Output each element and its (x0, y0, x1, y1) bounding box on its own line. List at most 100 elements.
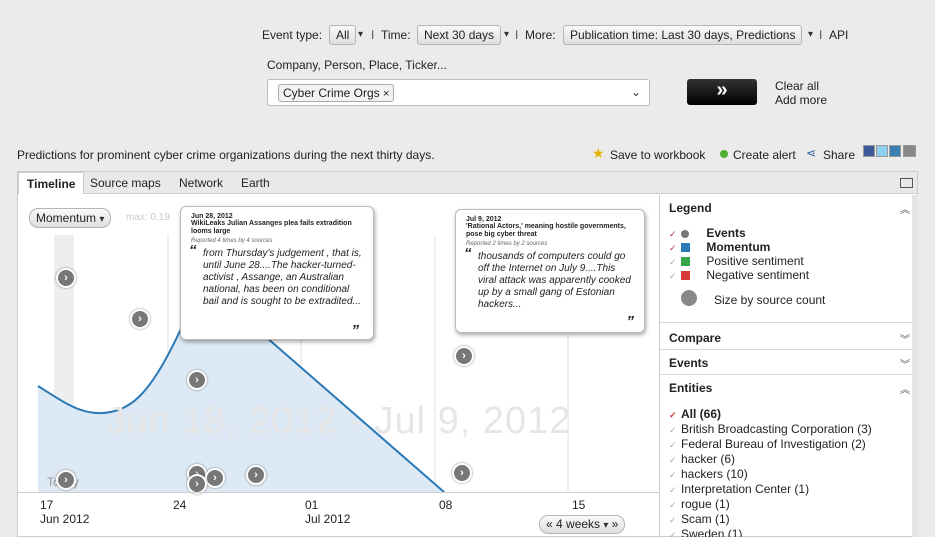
check-icon[interactable]: ✓ (669, 241, 681, 255)
event-bubble[interactable]: Jun 28, 2012 WikiLeaks Julian Assanges p… (180, 206, 374, 340)
check-icon[interactable]: ✓ (669, 423, 681, 437)
clear-all-link[interactable]: Clear all (775, 79, 819, 93)
twitter-icon[interactable] (876, 145, 888, 157)
legend-item-events[interactable]: ✓ Events (669, 226, 746, 241)
expand-icon[interactable]: ︾ (900, 356, 910, 371)
bubble-source: Reported 2 times by 2 sources (466, 241, 548, 247)
event-marker[interactable]: › (56, 470, 76, 490)
chevron-down-icon[interactable]: ▾ (603, 520, 608, 531)
entity-item[interactable]: ✓ hackers (10) (669, 467, 909, 482)
add-more-link[interactable]: Add more (775, 93, 827, 107)
event-marker[interactable]: › (454, 346, 474, 366)
event-marker[interactable]: › (130, 309, 150, 329)
check-icon[interactable]: ✓ (669, 438, 681, 452)
check-icon[interactable]: ✓ (669, 468, 681, 482)
search-go-button[interactable]: » (687, 79, 757, 105)
tab-earth[interactable]: Earth (233, 172, 278, 194)
legend-item-momentum[interactable]: ✓ Momentum (669, 240, 770, 255)
entities-title[interactable]: Entities (669, 381, 712, 395)
range-value[interactable]: 4 weeks (556, 517, 600, 531)
range-next-button[interactable]: » (612, 517, 619, 531)
entity-item[interactable]: ✓ Sweden (1) (669, 527, 909, 537)
entity-item[interactable]: ✓ British Broadcasting Corporation (3) (669, 422, 909, 437)
entity-item[interactable]: ✓ Scam (1) (669, 512, 909, 527)
event-marker[interactable]: › (187, 370, 207, 390)
tab-timeline[interactable]: Timeline (18, 172, 85, 194)
event-type-select[interactable]: All (329, 25, 357, 45)
divider (660, 322, 917, 323)
close-quote-icon: ” (351, 322, 360, 339)
event-marker[interactable]: › (187, 474, 207, 494)
check-icon[interactable]: ✓ (669, 227, 681, 241)
entity-list: ✓ All (66) ✓ British Broadcasting Corporat… (669, 407, 909, 537)
page-description: Predictions for prominent cyber crime or… (17, 148, 435, 162)
momentum-swatch-icon (681, 243, 690, 253)
momentum-select[interactable]: Momentum ▾ (29, 208, 112, 228)
divider: I (371, 28, 375, 42)
legend-title[interactable]: Legend (669, 201, 712, 215)
legend-item-negative[interactable]: ✓ Negative sentiment (669, 268, 809, 283)
x-tick-label: 15 (572, 498, 586, 512)
entity-item[interactable]: ✓ rogue (1) (669, 497, 909, 512)
check-icon[interactable]: ✓ (669, 255, 681, 269)
check-icon[interactable]: ✓ (669, 483, 681, 497)
legend-label: Positive sentiment (706, 254, 804, 268)
entity-item[interactable]: ✓ Interpretation Center (1) (669, 482, 909, 497)
check-icon[interactable]: ✓ (669, 269, 681, 283)
tab-source-maps[interactable]: Source maps (82, 172, 169, 194)
compare-title[interactable]: Compare (669, 331, 721, 345)
chevron-down-icon[interactable]: ▾ (358, 29, 363, 40)
entity-item[interactable]: ✓ Federal Bureau of Investigation (2) (669, 437, 909, 452)
close-quote-icon: ” (626, 313, 635, 330)
event-marker[interactable]: › (452, 463, 472, 483)
event-dot-icon (681, 229, 689, 238)
check-icon[interactable]: ✓ (669, 453, 681, 467)
api-link[interactable]: API (829, 28, 848, 42)
share-icon[interactable]: ⋖ (806, 146, 816, 160)
check-icon[interactable]: ✓ (669, 498, 681, 512)
entity-label: rogue (1) (681, 497, 730, 511)
token-close-icon[interactable]: × (383, 88, 389, 100)
create-alert-link[interactable]: Create alert (733, 148, 796, 162)
divider (660, 349, 917, 350)
sidebar-scrollbar[interactable] (912, 195, 918, 537)
events-title[interactable]: Events (669, 356, 708, 370)
collapse-icon[interactable]: ︽ (900, 381, 910, 396)
google-plus-icon[interactable] (903, 145, 916, 157)
check-icon[interactable]: ✓ (669, 408, 681, 422)
entity-label: Interpretation Center (1) (681, 482, 810, 496)
event-marker[interactable]: › (56, 268, 76, 288)
range-control[interactable]: « 4 weeks ▾ » (539, 515, 626, 534)
check-icon[interactable]: ✓ (669, 513, 681, 527)
bubble-title[interactable]: 'Rational Actors,' meaning hostile gover… (466, 223, 634, 239)
event-bubble[interactable]: Jul 9, 2012 'Rational Actors,' meaning h… (455, 209, 645, 333)
event-marker[interactable]: › (246, 465, 266, 485)
time-select[interactable]: Next 30 days (417, 25, 502, 45)
search-token[interactable]: Cyber Crime Orgs × (278, 84, 395, 102)
bubble-title[interactable]: WikiLeaks Julian Assanges plea fails ext… (191, 220, 363, 236)
range-prev-button[interactable]: « (546, 517, 553, 531)
share-link[interactable]: Share (823, 148, 855, 162)
chevron-down-icon[interactable]: ▾ (808, 29, 813, 40)
entity-label: Scam (1) (681, 512, 730, 526)
more-select[interactable]: Publication time: Last 30 days, Predicti… (563, 25, 803, 45)
linkedin-icon[interactable] (889, 145, 901, 157)
tab-network[interactable]: Network (171, 172, 231, 194)
save-to-workbook-link[interactable]: Save to workbook (610, 148, 705, 162)
maximize-icon[interactable] (900, 178, 913, 188)
check-icon[interactable]: ✓ (669, 528, 681, 537)
legend-item-positive[interactable]: ✓ Positive sentiment (669, 254, 804, 269)
entity-item[interactable]: ✓ hacker (6) (669, 452, 909, 467)
collapse-icon[interactable]: ︽ (900, 201, 910, 216)
chevron-down-icon[interactable]: ⌄ (631, 85, 641, 99)
entity-item[interactable]: ✓ All (66) (669, 407, 909, 422)
chevron-down-icon[interactable]: ▾ (504, 29, 509, 40)
negative-swatch-icon (681, 271, 690, 281)
expand-icon[interactable]: ︾ (900, 331, 910, 346)
max-label: max: 0.19 (126, 212, 170, 223)
search-input[interactable]: Cyber Crime Orgs × ⌄ (267, 79, 650, 106)
facebook-icon[interactable] (863, 145, 875, 157)
star-icon[interactable]: ★ (592, 145, 605, 162)
event-marker[interactable]: › (205, 468, 225, 488)
bubble-date: Jul 9, 2012 (466, 216, 502, 223)
